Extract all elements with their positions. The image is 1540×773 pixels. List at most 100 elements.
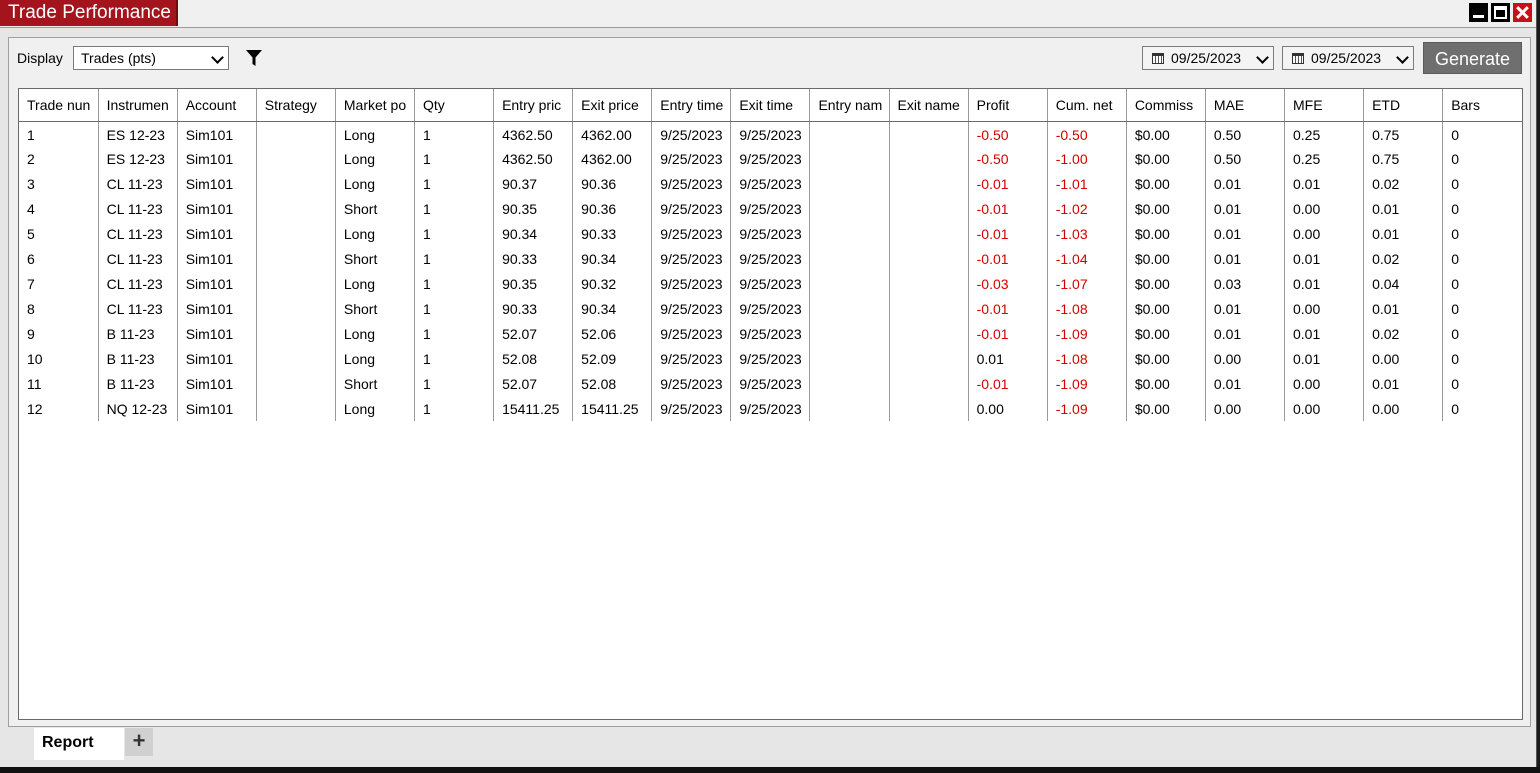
- column-header[interactable]: Exit price: [572, 89, 653, 122]
- table-cell: 6: [19, 246, 99, 271]
- column-header[interactable]: Trade nun: [19, 89, 99, 122]
- column-header[interactable]: Instrumen: [98, 89, 178, 122]
- column-header[interactable]: Entry nam: [809, 89, 890, 122]
- table-cell: -1.08: [1047, 296, 1127, 321]
- filter-icon[interactable]: [246, 49, 262, 67]
- table-row[interactable]: 7 CL 11-23 Sim101 Long 1 90.35 90.32 9/25/2023 9…: [19, 271, 1522, 296]
- column-header[interactable]: Qty: [414, 89, 495, 122]
- table-cell: Short: [335, 246, 415, 271]
- table-row[interactable]: 8 CL 11-23 Sim101 Short 1 90.33 90.34 9/25/2023…: [19, 296, 1522, 321]
- table-cell: [256, 346, 336, 371]
- table-cell: Long: [335, 396, 415, 421]
- table-row[interactable]: 1 ES 12-23 Sim101 Long 1 4362.50 4362.00 9/25/2…: [19, 121, 1522, 146]
- table-cell: 1: [414, 171, 495, 196]
- column-header[interactable]: Exit time: [730, 89, 811, 122]
- table-cell: 0.00: [1284, 396, 1365, 421]
- table-cell: $0.00: [1126, 321, 1206, 346]
- generate-button[interactable]: Generate: [1423, 42, 1522, 74]
- table-cell: [256, 296, 336, 321]
- column-header[interactable]: MFE: [1284, 89, 1365, 122]
- table-cell: 9/25/2023: [730, 321, 811, 346]
- end-date-value: 09/25/2023: [1311, 50, 1382, 66]
- table-cell: 9/25/2023: [651, 296, 732, 321]
- tab-report[interactable]: Report: [34, 728, 124, 760]
- table-cell: 1: [414, 346, 495, 371]
- table-row[interactable]: 6 CL 11-23 Sim101 Short 1 90.33 90.34 9/25/2023…: [19, 246, 1522, 271]
- table-cell: 12: [19, 396, 99, 421]
- table-cell: 0: [1451, 275, 1459, 292]
- table-cell: 0.01: [968, 346, 1048, 371]
- column-header[interactable]: ETD: [1363, 89, 1444, 122]
- table-cell: 0.01: [1284, 346, 1365, 371]
- table-cell: 5: [19, 221, 99, 246]
- table-cell: 9/25/2023: [730, 246, 811, 271]
- column-header[interactable]: Profit: [968, 89, 1048, 122]
- column-header[interactable]: Entry pric: [493, 89, 574, 122]
- display-select-value: Trades (pts): [81, 50, 156, 66]
- column-header[interactable]: Entry time: [651, 89, 732, 122]
- table-cell: [889, 321, 969, 346]
- table-cell: [809, 371, 890, 396]
- table-cell: B 11-23: [98, 371, 178, 396]
- add-tab-button[interactable]: +: [125, 728, 153, 756]
- table-cell: [809, 321, 890, 346]
- table-row[interactable]: 10 B 11-23 Sim101 Long 1 52.08 52.09 9/25/2023 9…: [19, 346, 1522, 371]
- table-cell: 0.00: [1205, 396, 1286, 421]
- table-cell: 0.01: [1205, 196, 1286, 221]
- table-cell: 0: [1451, 200, 1459, 217]
- table-cell: 9/25/2023: [651, 371, 732, 396]
- column-header[interactable]: Account: [177, 89, 257, 122]
- table-cell: 90.36: [572, 196, 653, 221]
- table-cell: Sim101: [177, 296, 257, 321]
- table-cell: 0.01: [1205, 171, 1286, 196]
- table-row[interactable]: 9B 11-23 Sim101 Long 1 52.07 52.06 9/25/2023 9/…: [19, 321, 1522, 346]
- display-select[interactable]: Trades (pts): [73, 46, 229, 70]
- column-header[interactable]: Market po: [335, 89, 415, 122]
- maximize-icon[interactable]: [1491, 3, 1510, 22]
- table-cell: [809, 121, 890, 146]
- table-cell: [809, 271, 890, 296]
- table-cell: 3: [19, 171, 99, 196]
- table-cell: 8: [19, 296, 99, 321]
- close-icon[interactable]: [1513, 3, 1532, 22]
- table-cell: [889, 396, 969, 421]
- table-cell: [809, 221, 890, 246]
- table-cell: Short: [335, 196, 415, 221]
- table-cell: -0.01: [968, 221, 1048, 246]
- table-cell: 90.33: [572, 221, 653, 246]
- table-cell: 0.01: [1205, 221, 1286, 246]
- table-cell: 1: [414, 296, 495, 321]
- table-cell: 90.32: [572, 271, 653, 296]
- column-header[interactable]: Bars: [1442, 89, 1522, 122]
- end-date-picker[interactable]: 09/25/2023: [1282, 46, 1414, 70]
- table-cell: 90.37: [493, 171, 574, 196]
- column-header[interactable]: Strategy: [256, 89, 336, 122]
- column-header[interactable]: Commiss: [1126, 89, 1206, 122]
- table-cell: [256, 121, 336, 146]
- trade-performance-window: Trade Performance Display Trades (pts) 0…: [0, 0, 1537, 767]
- table-row[interactable]: 12 NQ 12-23 Sim101 Long 1 15411.25 15411.25 9/2…: [19, 396, 1522, 421]
- table-cell: CL 11-23: [98, 246, 178, 271]
- table-row[interactable]: 5 CL 11-23 Sim101 Long 1 90.34 90.33 9/25/2023 9…: [19, 221, 1522, 246]
- table-row[interactable]: 3 CL 11-23 Sim101 Long 1 90.37 90.36 9/25/2023 9…: [19, 171, 1522, 196]
- table-row[interactable]: 2 ES 12-23 Sim101 Long 1 4362.50 4362.00 9/25/2…: [19, 146, 1522, 171]
- table-row[interactable]: 11 B 11-23 Sim101 Short 1 52.07 52.08 9/25/2023…: [19, 371, 1522, 396]
- table-cell: 90.33: [493, 246, 574, 271]
- column-header[interactable]: Exit name: [889, 89, 969, 122]
- table-cell: [256, 196, 336, 221]
- start-date-picker[interactable]: 09/25/2023: [1142, 46, 1274, 70]
- display-label: Display: [17, 50, 63, 66]
- table-cell: -0.01: [968, 296, 1048, 321]
- table-cell: 0.01: [1205, 321, 1286, 346]
- table-cell: 0.01: [1363, 196, 1444, 221]
- table-cell: [889, 246, 969, 271]
- table-row[interactable]: 4 CL 11-23 Sim101 Short 1 90.35 90.36 9/25/2023…: [19, 196, 1522, 221]
- minimize-icon[interactable]: [1469, 3, 1488, 22]
- table-cell: [256, 221, 336, 246]
- column-header[interactable]: MAE: [1205, 89, 1286, 122]
- table-cell: 7: [19, 271, 99, 296]
- table-cell: Long: [335, 321, 415, 346]
- table-cell: $0.00: [1126, 246, 1206, 271]
- column-header[interactable]: Cum. net: [1047, 89, 1127, 122]
- table-cell: 0.01: [1363, 221, 1444, 246]
